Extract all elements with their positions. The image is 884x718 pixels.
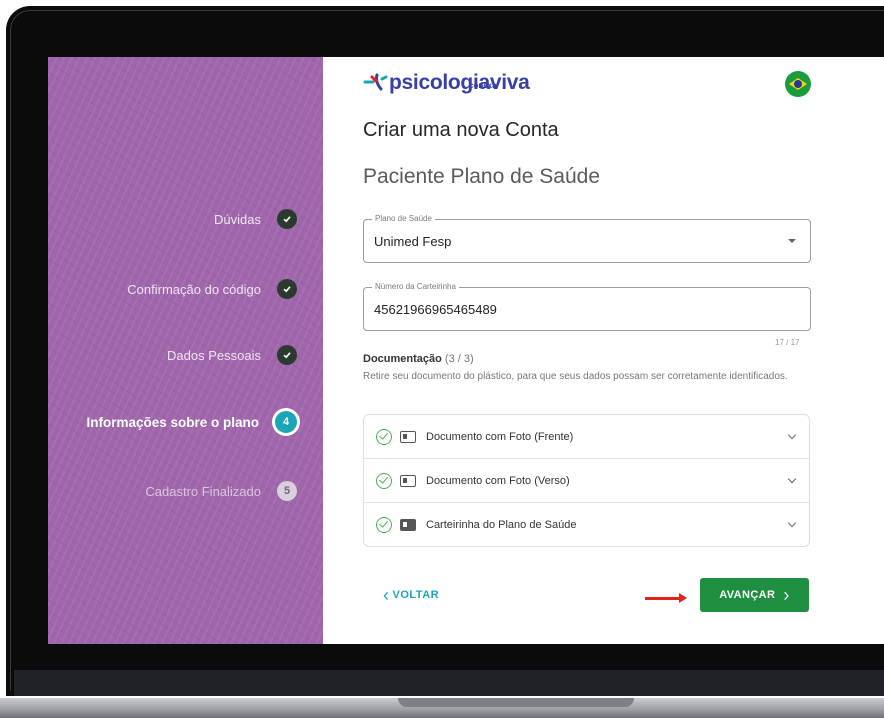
document-label: Documento com Foto (Frente) xyxy=(426,430,574,443)
laptop-notch xyxy=(398,698,634,707)
field-label: Plano de Saúde xyxy=(372,214,435,223)
chevron-down-icon[interactable] xyxy=(787,474,797,484)
red-arrow-annotation xyxy=(645,593,687,603)
document-label: Documento com Foto (Verso) xyxy=(426,474,570,487)
chevron-down-icon[interactable] xyxy=(787,518,797,528)
page-subtitle: Paciente Plano de Saúde xyxy=(363,165,601,188)
documents-heading: Documentação (3 / 3) xyxy=(363,353,474,365)
back-label: VOLTAR xyxy=(392,589,440,601)
check-circle-icon xyxy=(376,428,392,445)
char-counter: 17 / 17 xyxy=(775,338,800,347)
main-form-panel: psicologiaviva conexa Criar uma nova Con… xyxy=(323,57,884,644)
brand-sub: conexa xyxy=(469,81,497,90)
document-item-front[interactable]: Documento com Foto (Frente) xyxy=(364,415,809,459)
step-label: Confirmação do código xyxy=(127,281,261,297)
brand-name: psicologiaviva xyxy=(389,71,530,94)
documents-title: Documentação xyxy=(363,353,442,365)
id-card-icon xyxy=(400,430,416,443)
app-screen: Dúvidas Confirmação do código Dados Pess… xyxy=(48,57,884,644)
step-number-badge: 4 xyxy=(275,411,297,433)
brand-mark-icon xyxy=(363,73,388,91)
caret-down-icon xyxy=(788,239,796,243)
check-circle-icon xyxy=(376,472,392,489)
document-item-health-card[interactable]: Carteirinha do Plano de Saúde xyxy=(364,503,809,546)
health-plan-select[interactable]: Plano de Saúde Unimed Fesp xyxy=(363,214,811,263)
step-confirmacao-codigo: Confirmação do código xyxy=(127,279,297,299)
field-value: Unimed Fesp xyxy=(374,234,452,249)
check-icon xyxy=(277,279,297,299)
document-label: Carteirinha do Plano de Saúde xyxy=(426,518,577,531)
health-card-icon xyxy=(400,518,416,531)
documents-instructions: Retire seu documento do plástico, para q… xyxy=(363,371,788,382)
card-number-field[interactable]: Número da Carteirinha 45621966965465489 xyxy=(363,282,811,331)
check-icon xyxy=(277,209,297,229)
step-label: Cadastro Finalizado xyxy=(145,483,261,499)
step-label: Informações sobre o plano xyxy=(86,414,259,430)
next-label: AVANÇAR xyxy=(719,589,776,601)
brand-logo: psicologiaviva xyxy=(363,71,530,95)
laptop-chin xyxy=(14,670,884,696)
chevron-right-icon: › xyxy=(783,584,790,605)
check-icon xyxy=(277,345,297,365)
step-number-badge: 5 xyxy=(277,481,297,501)
chevron-left-icon: ‹ xyxy=(383,585,390,605)
field-value: 45621966965465489 xyxy=(374,302,497,317)
step-informacoes-plano: Informações sobre o plano 4 xyxy=(86,411,297,433)
check-circle-icon xyxy=(376,516,392,533)
step-dados-pessoais: Dados Pessoais xyxy=(167,345,297,365)
chevron-down-icon[interactable] xyxy=(787,430,797,440)
back-button[interactable]: ‹ VOLTAR xyxy=(383,585,440,605)
field-label: Número da Carteirinha xyxy=(372,282,459,291)
documents-count: (3 / 3) xyxy=(444,353,474,365)
brazil-flag-icon[interactable] xyxy=(785,71,811,97)
step-duvidas: Dúvidas xyxy=(214,209,297,229)
step-cadastro-finalizado: Cadastro Finalizado 5 xyxy=(145,481,297,501)
step-label: Dados Pessoais xyxy=(167,347,261,363)
page-title: Criar uma nova Conta xyxy=(363,119,559,141)
step-label: Dúvidas xyxy=(214,211,261,227)
documents-list: Documento com Foto (Frente) Documento co… xyxy=(363,414,810,547)
document-item-back[interactable]: Documento com Foto (Verso) xyxy=(364,459,809,503)
id-card-icon xyxy=(400,474,416,487)
next-button[interactable]: AVANÇAR › xyxy=(700,578,809,612)
progress-sidebar: Dúvidas Confirmação do código Dados Pess… xyxy=(48,57,323,644)
